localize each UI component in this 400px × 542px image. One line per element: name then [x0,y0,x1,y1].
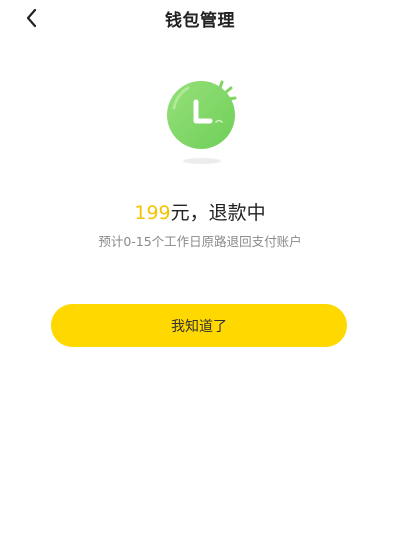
illustration-shadow [183,158,221,164]
refund-status-text: 元，退款中 [170,202,266,224]
refund-hint: 预计0-15个工作日原路退回支付账户 [98,234,302,249]
refund-status: 199元，退款中 [0,198,400,225]
page-title: 钱包管理 [165,11,235,31]
confirm-button-label: 我知道了 [171,318,227,335]
clock-icon [167,80,237,149]
confirm-button[interactable]: 我知道了 [51,304,347,347]
refund-status-page: 钱包管理 199元，退款中 预计0-15个工作日原路退回支付账户 我知道了 [0,0,400,542]
refund-amount: 199 [134,202,171,224]
navigation-bar: 钱包管理 [0,0,400,40]
